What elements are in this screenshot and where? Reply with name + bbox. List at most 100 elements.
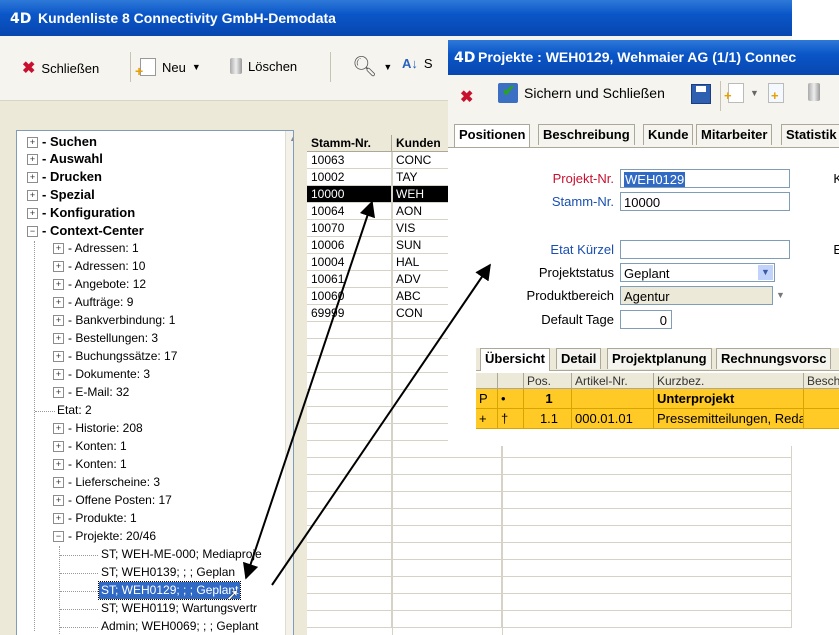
cancel-icon-button[interactable]: ✖ xyxy=(460,87,473,107)
tab-mitarbeiter[interactable]: Mitarbeiter xyxy=(696,124,773,145)
grid-cell-stamm-nr[interactable]: 10063 xyxy=(307,152,392,169)
etat-field[interactable] xyxy=(620,240,790,259)
delete-button[interactable]: Löschen xyxy=(230,58,297,74)
tree-node-suchen[interactable]: + - Suchen xyxy=(27,133,97,150)
col-header-pos[interactable]: Pos. xyxy=(524,373,572,389)
tree-item[interactable]: + - Adressen: 10 xyxy=(53,258,145,275)
subtab-uebersicht[interactable]: Übersicht xyxy=(480,348,550,371)
tree-node-auswahl[interactable]: + - Auswahl xyxy=(27,150,103,167)
tree-item[interactable]: Etat: 2 xyxy=(57,402,92,419)
position-cell[interactable] xyxy=(804,409,839,429)
tree-node-drucken[interactable]: + - Drucken xyxy=(27,168,102,185)
tree-scrollbar[interactable]: ▲ xyxy=(285,131,293,635)
grid-cell-stamm-nr[interactable]: 10004 xyxy=(307,254,392,271)
scroll-up-icon[interactable]: ▲ xyxy=(287,133,293,147)
tree-node-context-center[interactable]: − - Context-Center xyxy=(27,222,144,239)
grid-cell-stamm-nr[interactable]: 10064 xyxy=(307,203,392,220)
grid-cell-kunde[interactable]: CON xyxy=(392,305,452,322)
tab-beschreibung[interactable]: Beschreibung xyxy=(538,124,635,145)
grid-cell-empty xyxy=(307,492,392,509)
grid-cell-stamm-nr[interactable]: 10070 xyxy=(307,220,392,237)
close-button[interactable]: ✖ Schließen xyxy=(22,58,99,78)
new-button[interactable]: + Neu ▼ xyxy=(135,58,201,79)
col-header-kunden[interactable]: Kunden xyxy=(392,135,452,152)
tab-kunde[interactable]: Kunde xyxy=(643,124,694,145)
stamm-nr-field[interactable]: 10000 xyxy=(620,192,790,211)
grid-cell-stamm-nr[interactable]: 10006 xyxy=(307,237,392,254)
col-header-artikel-nr[interactable]: Artikel-Nr. xyxy=(572,373,654,389)
grid-cell-kunde[interactable]: HAL xyxy=(392,254,452,271)
projektstatus-select[interactable]: Geplant ▼ xyxy=(620,263,775,282)
tab-statistik[interactable]: Statistik xyxy=(781,124,839,145)
grid-cell-kunde[interactable]: SUN xyxy=(392,237,452,254)
tree-item[interactable]: + - Offene Posten: 17 xyxy=(53,492,172,509)
project-item[interactable]: Admin; WEH0069; ; ; Geplant xyxy=(101,618,258,635)
produktbereich-select[interactable]: Agentur xyxy=(620,286,773,305)
project-item-selected[interactable]: ST; WEH0129; ; ; Geplant xyxy=(97,581,242,600)
tree-item[interactable]: + - Bestellungen: 3 xyxy=(53,330,158,347)
subtab-rechnungsvorschau[interactable]: Rechnungsvorsc xyxy=(716,348,832,369)
position-cell[interactable] xyxy=(572,389,654,409)
tree-item[interactable]: + - Angebote: 12 xyxy=(53,276,146,293)
project-item[interactable]: ST; WEH0139; ; ; Geplan xyxy=(101,564,235,581)
save-button[interactable] xyxy=(691,84,711,104)
search-button[interactable]: 🔍︎ ▼ xyxy=(352,54,392,79)
position-cell[interactable]: P xyxy=(476,389,498,409)
save-close-button[interactable]: ✔ Sichern und Schließen xyxy=(498,83,665,103)
tree-item-projekte[interactable]: − - Projekte: 20/46 xyxy=(53,528,156,545)
new-button[interactable]: + ▼ xyxy=(724,83,759,103)
grid-cell-kunde[interactable]: ADV xyxy=(392,271,452,288)
tree-item[interactable]: + - E-Mail: 32 xyxy=(53,384,129,401)
tree-item[interactable]: + - Buchungssätze: 17 xyxy=(53,348,177,365)
projekt-nr-field[interactable]: WEH0129 xyxy=(620,169,790,188)
tree-node-spezial[interactable]: + - Spezial xyxy=(27,186,95,203)
tree-item[interactable]: + - Dokumente: 3 xyxy=(53,366,150,383)
tree-item[interactable]: + - Konten: 1 xyxy=(53,456,127,473)
default-tage-field[interactable]: 0 xyxy=(620,310,672,329)
position-cell[interactable]: + xyxy=(476,409,498,429)
tree-item[interactable]: + - Produkte: 1 xyxy=(53,510,137,527)
grid-cell-kunde[interactable]: WEH xyxy=(392,186,452,203)
position-cell[interactable]: 000.01.01 xyxy=(572,409,654,429)
grid-cell-kunde[interactable]: VIS xyxy=(392,220,452,237)
sort-button[interactable]: A↓ S xyxy=(402,56,433,71)
position-cell[interactable]: Unterprojekt xyxy=(654,389,804,409)
subtab-detail[interactable]: Detail xyxy=(556,348,602,369)
grid-cell-stamm-nr[interactable]: 10002 xyxy=(307,169,392,186)
tree-item[interactable]: + - Historie: 208 xyxy=(53,420,143,437)
tab-positionen[interactable]: Positionen xyxy=(454,124,531,147)
col-header-kurzbez[interactable]: Kurzbez. xyxy=(654,373,804,389)
title-bar[interactable]: 4D Kundenliste 8 Connectivity GmbH-Demod… xyxy=(0,0,792,36)
tree-item[interactable]: + - Bankverbindung: 1 xyxy=(53,312,175,329)
position-cell[interactable] xyxy=(804,389,839,409)
grid-cell-stamm-nr[interactable]: 10000 xyxy=(307,186,392,203)
project-item[interactable]: ST; WEH-ME-000; Mediaproje xyxy=(101,546,262,563)
grid-cell-kunde[interactable]: AON xyxy=(392,203,452,220)
tree-item[interactable]: + - Konten: 1 xyxy=(53,438,127,455)
position-cell[interactable]: 1.1 xyxy=(524,409,572,429)
tree-item[interactable]: + - Adressen: 1 xyxy=(53,240,139,257)
grid-cell-kunde[interactable]: CONC xyxy=(392,152,452,169)
positions-grid[interactable]: Pos. Artikel-Nr. Kurzbez. Besch P • 1 Unter… xyxy=(476,371,839,446)
grid-cell-empty xyxy=(307,543,392,560)
grid-cell-stamm-nr[interactable]: 10061 xyxy=(307,271,392,288)
delete-button[interactable] xyxy=(808,83,820,101)
tree-node-konfiguration[interactable]: + - Konfiguration xyxy=(27,204,135,221)
col-header-beschreibung[interactable]: Besch xyxy=(804,373,839,389)
title-bar[interactable]: 4D Projekte : WEH0129, Wehmaier AG (1/1)… xyxy=(448,40,839,75)
duplicate-button[interactable]: + xyxy=(768,83,784,103)
tree-item[interactable]: + - Lieferscheine: 3 xyxy=(53,474,160,491)
position-cell[interactable]: † xyxy=(498,409,524,429)
grid-cell-kunde[interactable]: TAY xyxy=(392,169,452,186)
navigation-tree[interactable]: + - Suchen + - Auswahl + - Drucken + - Spezi… xyxy=(16,130,294,635)
position-cell[interactable]: • xyxy=(498,389,524,409)
grid-cell-kunde[interactable]: ABC xyxy=(392,288,452,305)
tree-item[interactable]: + - Aufträge: 9 xyxy=(53,294,133,311)
col-header-stamm-nr[interactable]: Stamm-Nr. xyxy=(307,135,392,152)
position-cell[interactable]: Pressemitteilungen, Reda xyxy=(654,409,804,429)
subtab-projektplanung[interactable]: Projektplanung xyxy=(607,348,712,369)
grid-cell-stamm-nr[interactable]: 69999 xyxy=(307,305,392,322)
chevron-down-icon[interactable]: ▼ xyxy=(776,290,785,300)
grid-cell-stamm-nr[interactable]: 10060 xyxy=(307,288,392,305)
position-cell[interactable]: 1 xyxy=(524,389,572,409)
